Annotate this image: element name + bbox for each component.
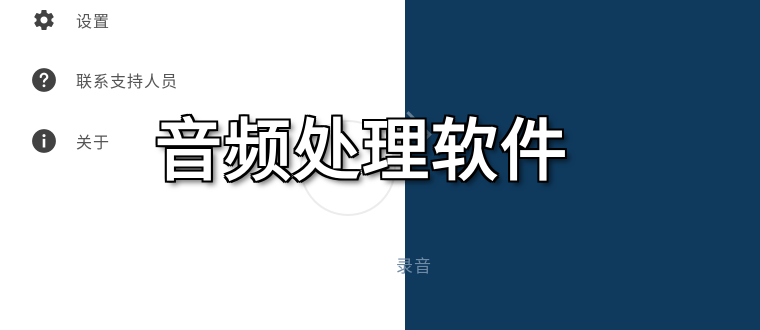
info-icon [31, 128, 57, 154]
menu-item-label: 设置 [76, 12, 111, 31]
record-label: 录音 [396, 257, 432, 277]
overlay-title: 音频处理软件 [155, 112, 569, 190]
help-icon [31, 67, 57, 93]
menu-item-label: 联系支持人员 [76, 72, 179, 91]
gear-icon [31, 7, 57, 33]
menu-item-settings[interactable]: 设置 [0, 0, 405, 44]
menu-item-label: 关于 [76, 133, 111, 152]
menu-item-contact-support[interactable]: 联系支持人员 [0, 56, 405, 104]
